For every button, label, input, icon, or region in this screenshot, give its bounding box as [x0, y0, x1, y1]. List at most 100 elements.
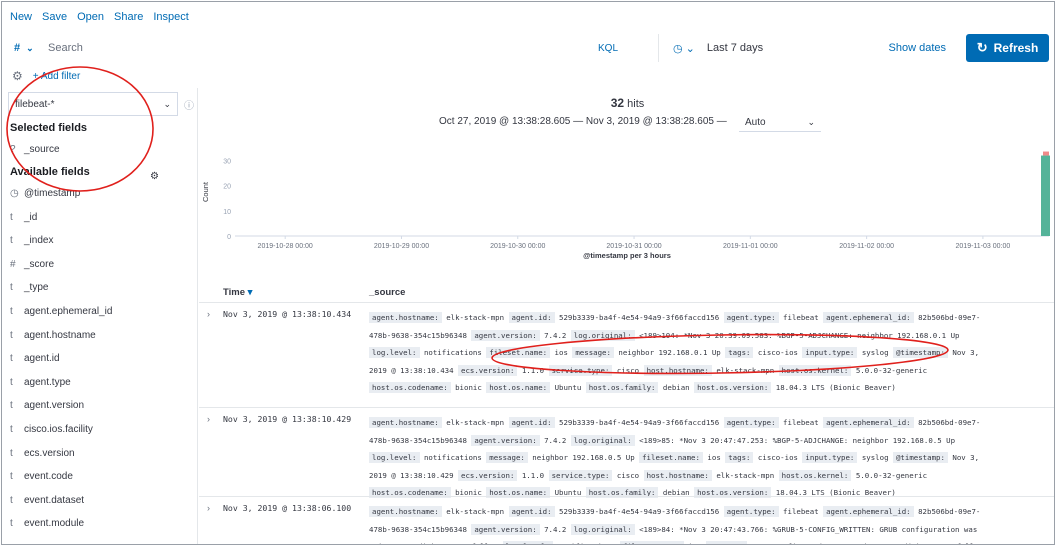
field-item[interactable]: t agent.id [10, 353, 60, 364]
field-item[interactable]: t _index [10, 235, 53, 246]
field-value: 1.1.0 [517, 470, 549, 480]
field-value: 529b3339-ba4f-4e54-94a9-3f66faccd156 [554, 507, 724, 516]
field-name: _score [24, 258, 55, 270]
source-line: log.level: notifications fileset.name: i… [369, 344, 1049, 362]
table-row[interactable]: › Nov 3, 2019 @ 13:38:06.100 agent.hostnam… [199, 496, 1054, 544]
column-header-time[interactable]: Time ▾ [223, 287, 252, 298]
index-pattern-select[interactable]: filebeat-* ⌄ [8, 92, 178, 116]
field-type-icon: ◷ [10, 188, 19, 199]
refresh-label: Refresh [993, 41, 1039, 55]
field-value: 7.4.2 [539, 435, 571, 445]
field-name: _index [24, 235, 54, 247]
field-key: ecs.version: [458, 364, 518, 376]
field-key: message: [705, 541, 748, 544]
field-sidebar: filebeat-* ⌄ ⓘ Selected fields ? _source … [2, 88, 198, 544]
x-tick-label: 2019-11-02 00:00 [839, 243, 894, 250]
x-tick-label: 2019-11-01 00:00 [723, 243, 778, 250]
refresh-icon: ↻ [976, 40, 988, 55]
field-value: <189>104: *Nov 3 20:39:09.583: %BGP-5-AD… [634, 330, 960, 340]
field-type-icon: t [10, 376, 13, 388]
field-item-source[interactable]: ? _source [10, 144, 60, 155]
field-name: ecs.version [24, 447, 75, 459]
field-type-icon: # [10, 258, 16, 270]
source-line: 478b-9638-354c15b96348 agent.version: 7.… [369, 432, 1049, 450]
field-item[interactable]: t event.dataset [10, 495, 84, 506]
menu-open[interactable]: Open [77, 11, 104, 23]
gear-icon[interactable]: ⚙ [150, 171, 159, 182]
add-filter-button[interactable]: + Add filter [33, 71, 81, 82]
expand-row-icon[interactable]: › [207, 414, 210, 424]
y-tick-label: 30 [223, 159, 231, 166]
field-value: 5.0.0-32-generic [851, 365, 928, 375]
field-name: event.code [24, 471, 73, 483]
search-input[interactable] [48, 42, 568, 54]
field-value: bionic [450, 383, 487, 392]
field-key: agent.ephemeral_id: [823, 312, 914, 323]
date-range-label[interactable]: Last 7 days [707, 42, 763, 54]
hits-count: 32 [610, 96, 625, 110]
calendar-icon[interactable]: ◷ ⌄ [673, 42, 695, 55]
field-value: 478b-9638-354c15b96348 [369, 524, 472, 534]
source-line: 2019 @ 13:38:10.434 ecs.version: 1.1.0 s… [369, 362, 1049, 380]
expand-row-icon[interactable]: › [207, 309, 210, 319]
field-item[interactable]: t event.module [10, 518, 84, 529]
y-axis-label: Count [201, 181, 210, 202]
menu-new[interactable]: New [10, 11, 32, 23]
field-key: log.level: [369, 347, 420, 358]
field-key: agent.type: [723, 506, 779, 517]
info-icon[interactable]: ⓘ [184, 97, 194, 112]
field-key: host.hostname: [643, 469, 712, 481]
table-row[interactable]: › Nov 3, 2019 @ 13:38:10.429 agent.hostnam… [199, 407, 1054, 498]
field-key: agent.version: [471, 329, 540, 341]
field-type-icon: t [10, 494, 13, 506]
refresh-button[interactable]: ↻ Refresh [966, 34, 1049, 62]
field-value: neighbor 192.168.0.5 Up [527, 453, 640, 462]
field-item[interactable]: t _type [10, 282, 48, 293]
field-key: fileset.name: [619, 541, 684, 544]
kql-toggle[interactable]: KQL [598, 43, 618, 54]
field-key: agent.ephemeral_id: [823, 417, 914, 428]
show-dates-link[interactable]: Show dates [889, 42, 946, 54]
histogram-bar-cap [1043, 151, 1049, 156]
search-field[interactable]: KQL [48, 32, 648, 64]
chevron-down-icon: ⌄ [26, 42, 34, 53]
field-value: elk-stack-mpn [441, 507, 509, 516]
field-item[interactable]: t cisco.ios.facility [10, 424, 93, 435]
field-key: host.os.kernel: [778, 364, 852, 376]
expand-row-icon[interactable]: › [207, 503, 210, 513]
menu-inspect[interactable]: Inspect [153, 11, 188, 23]
field-key: host.os.name: [486, 382, 551, 393]
histogram-bar [1041, 155, 1050, 236]
field-name: agent.id [24, 353, 60, 365]
field-item[interactable]: ◷ @timestamp [10, 188, 80, 199]
table-row[interactable]: › Nov 3, 2019 @ 13:38:10.434 agent.hostnam… [199, 302, 1054, 407]
field-key: host.hostname: [643, 364, 712, 376]
hits-counter: 32 hits [199, 96, 1054, 110]
field-type-icon: t [10, 400, 13, 412]
field-item[interactable]: # _score [10, 259, 54, 270]
field-item[interactable]: t agent.version [10, 400, 84, 411]
field-item[interactable]: t _id [10, 212, 37, 223]
field-type-icon: t [10, 518, 13, 530]
interval-select[interactable]: Auto ⌄ [739, 114, 821, 132]
row-timestamp: Nov 3, 2019 @ 13:38:10.434 [223, 309, 352, 319]
field-type-icon: t [10, 353, 13, 365]
interval-value: Auto [745, 117, 766, 128]
query-language-menu[interactable]: # ⌄ [2, 32, 48, 64]
field-value: ios [550, 348, 573, 357]
gear-icon[interactable]: ⚙ [12, 69, 23, 83]
field-value: 478b-9638-354c15b96348 [369, 330, 472, 340]
field-item[interactable]: t agent.type [10, 377, 71, 388]
field-item[interactable]: t agent.hostname [10, 330, 96, 341]
field-key: service.type: [548, 364, 613, 376]
menu-share[interactable]: Share [114, 11, 143, 23]
field-item[interactable]: t agent.ephemeral_id [10, 306, 112, 317]
field-value: cisco-ios [753, 348, 803, 357]
field-key: agent.version: [471, 434, 540, 446]
menu-save[interactable]: Save [42, 11, 67, 23]
field-value: syslog [857, 453, 893, 462]
field-item[interactable]: t event.code [10, 471, 73, 482]
date-picker[interactable]: ◷ ⌄ Last 7 days Show dates [658, 34, 958, 62]
field-item[interactable]: t ecs.version [10, 448, 75, 459]
chevron-down-icon: ⌄ [807, 117, 815, 127]
